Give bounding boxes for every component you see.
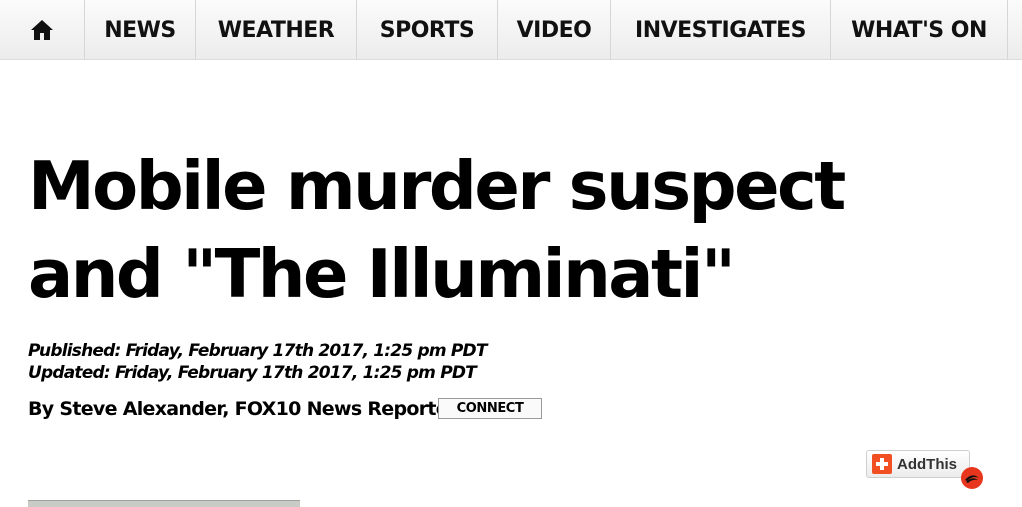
- nav-whats-on[interactable]: WHAT'S ON: [830, 0, 1008, 60]
- nav-label: WEATHER: [217, 17, 335, 43]
- top-navigation: NEWS WEATHER SPORTS VIDEO INVESTIGATES W…: [0, 0, 1022, 60]
- nav-weather[interactable]: WEATHER: [195, 0, 356, 60]
- nav-label: INVESTIGATES: [635, 17, 806, 43]
- updated-date: Updated: Friday, February 17th 2017, 1:2…: [28, 363, 477, 383]
- addthis-share-button[interactable]: AddThis: [866, 450, 970, 478]
- article-headline: Mobile murder suspect and "The Illuminat…: [28, 147, 846, 313]
- nav-investigates[interactable]: INVESTIGATES: [610, 0, 830, 60]
- connect-button[interactable]: CONNECT: [438, 398, 542, 419]
- nav-label: WHAT'S ON: [851, 17, 987, 43]
- nav-sports[interactable]: SPORTS: [356, 0, 497, 60]
- nav-news[interactable]: NEWS: [84, 0, 195, 60]
- nav-label: VIDEO: [516, 17, 592, 43]
- published-date: Published: Friday, February 17th 2017, 1…: [28, 341, 487, 361]
- addthis-label: AddThis: [897, 455, 957, 473]
- plus-icon: [872, 454, 892, 474]
- home-icon: [31, 20, 53, 40]
- article-image: [28, 500, 300, 507]
- adchoice-icon[interactable]: [960, 466, 984, 490]
- nav-video[interactable]: VIDEO: [497, 0, 610, 60]
- author-byline: By Steve Alexander, FOX10 News Reporter: [28, 398, 457, 420]
- nav-label: SPORTS: [379, 17, 475, 43]
- nav-label: NEWS: [104, 17, 176, 43]
- nav-home[interactable]: [0, 0, 84, 60]
